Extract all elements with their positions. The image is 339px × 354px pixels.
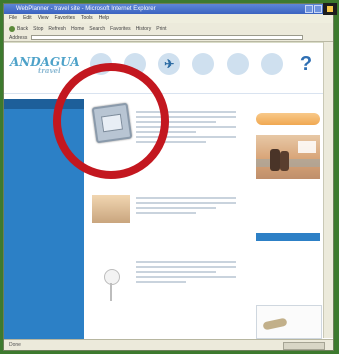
back-label: Back xyxy=(17,25,29,32)
favorites-label: Favorites xyxy=(110,25,131,32)
print-label: Print xyxy=(156,25,167,32)
back-button[interactable]: Back xyxy=(9,25,29,32)
security-zone xyxy=(283,342,325,350)
history-button[interactable]: History xyxy=(136,26,152,32)
menu-edit[interactable]: Edit xyxy=(23,14,32,23)
menu-help[interactable]: Help xyxy=(99,14,109,23)
golf-ball-icon xyxy=(104,269,120,285)
favorites-button[interactable]: Favorites xyxy=(110,26,131,32)
right-column xyxy=(256,99,324,339)
print-button[interactable]: Print xyxy=(156,26,166,32)
web-page: ANDAGUA travel ✈ ? xyxy=(4,43,333,339)
promo-title xyxy=(257,306,321,310)
back-icon xyxy=(9,25,15,32)
address-input[interactable] xyxy=(31,35,303,40)
status-bar: Done xyxy=(4,339,333,350)
refresh-button[interactable]: Refresh xyxy=(48,26,66,32)
browser-toolbar: Back Stop Refresh Home Search Favorites … xyxy=(4,23,333,34)
person xyxy=(270,149,280,171)
right-box-header xyxy=(256,233,320,241)
windows-logo-icon xyxy=(323,3,337,15)
beach-thumbnail[interactable] xyxy=(92,195,130,223)
highlight-circle xyxy=(53,63,169,179)
orange-banner[interactable] xyxy=(256,113,320,125)
minimize-button[interactable] xyxy=(305,5,313,13)
document-icon xyxy=(260,53,283,75)
golf-tee-icon xyxy=(110,283,112,301)
menu-file[interactable]: File xyxy=(9,14,17,23)
window-title: WebPlanner - travel site - Microsoft Int… xyxy=(4,4,333,14)
nav-item-3[interactable]: ✈ xyxy=(154,53,184,77)
beach-photo[interactable] xyxy=(256,135,320,179)
home-button[interactable]: Home xyxy=(71,26,84,32)
menu-bar: File Edit View Favorites Tools Help xyxy=(4,14,333,23)
nav-item-4[interactable] xyxy=(188,53,218,77)
history-label: History xyxy=(135,25,152,32)
section-text xyxy=(136,197,236,217)
menu-favorites[interactable]: Favorites xyxy=(54,14,75,23)
vertical-scrollbar[interactable] xyxy=(323,42,333,338)
menu-tools[interactable]: Tools xyxy=(81,14,93,23)
browser-window: WebPlanner - travel site - Microsoft Int… xyxy=(3,3,334,351)
plane-icon: ✈ xyxy=(158,53,181,75)
nav-item-6[interactable] xyxy=(257,53,287,77)
nav-item-5[interactable] xyxy=(223,53,253,77)
stop-label: Stop xyxy=(33,25,44,32)
address-label: Address xyxy=(9,35,28,41)
site-logo[interactable]: ANDAGUA travel xyxy=(10,55,80,75)
nav-item-help[interactable]: ? xyxy=(291,53,321,77)
refresh-label: Refresh xyxy=(48,25,66,32)
home-label: Home xyxy=(70,25,85,32)
address-bar: Address xyxy=(4,34,333,42)
search-button[interactable]: Search xyxy=(89,26,105,32)
site-header: ANDAGUA travel ✈ ? xyxy=(4,43,333,94)
stop-button[interactable]: Stop xyxy=(33,26,43,32)
luggage-icon xyxy=(226,53,249,75)
disc-icon xyxy=(192,53,215,75)
photo-caption xyxy=(298,141,316,153)
section-text xyxy=(136,261,236,286)
maximize-button[interactable] xyxy=(314,5,322,13)
promo-box[interactable] xyxy=(256,305,322,339)
menu-view[interactable]: View xyxy=(38,14,49,23)
keys-icon xyxy=(262,317,288,331)
status-text: Done xyxy=(9,342,21,348)
search-label: Search xyxy=(89,25,106,32)
person xyxy=(280,151,289,171)
help-icon: ? xyxy=(299,53,313,75)
golf-image[interactable] xyxy=(92,259,130,307)
